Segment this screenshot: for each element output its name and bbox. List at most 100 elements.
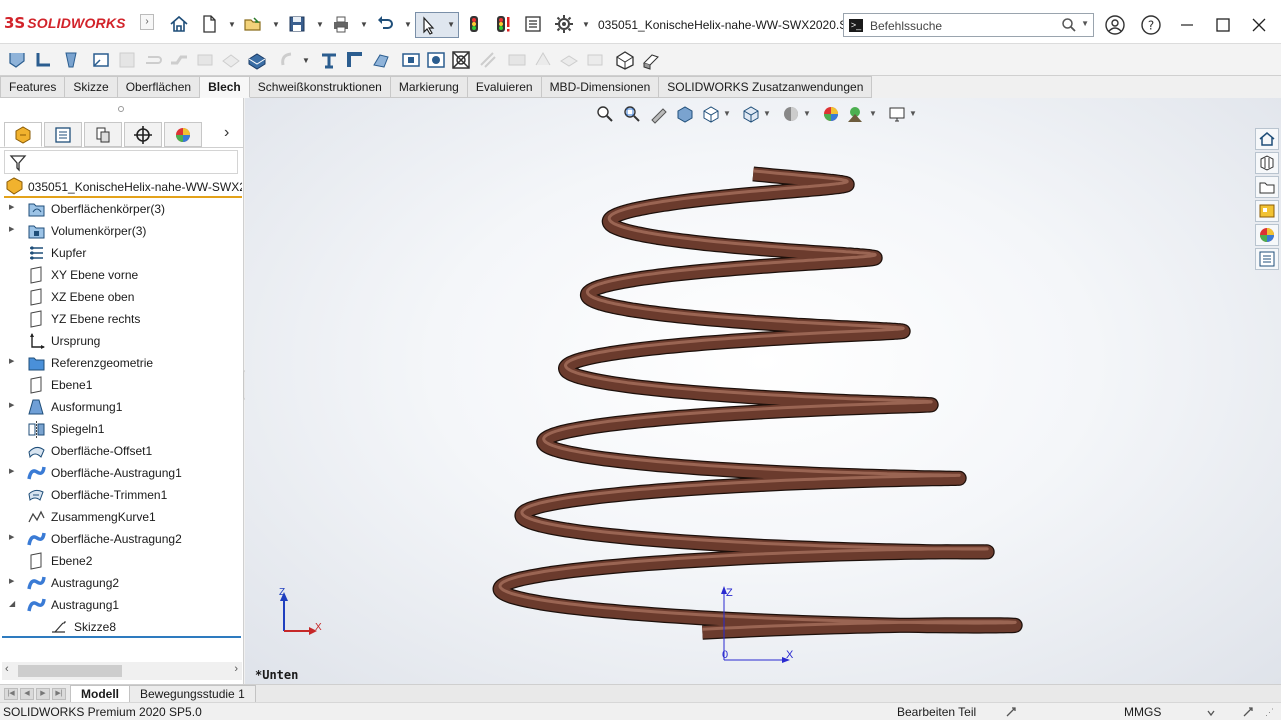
normal-cut-icon[interactable] — [477, 49, 499, 71]
file-explorer-tab[interactable] — [1255, 176, 1279, 198]
fold-icon[interactable] — [277, 49, 299, 71]
rebuild-all-icon[interactable] — [492, 13, 514, 35]
resize-grip[interactable]: ⋰ — [1265, 707, 1274, 718]
simple-hole-icon[interactable] — [425, 49, 447, 71]
minimize-icon[interactable] — [1174, 12, 1200, 38]
bend-table-icon[interactable] — [640, 49, 662, 71]
prev-tab-icon[interactable]: ◀ — [20, 688, 34, 700]
search-icon[interactable] — [1061, 17, 1077, 36]
view-settings-icon[interactable] — [887, 104, 907, 124]
closed-corner-icon[interactable] — [344, 49, 366, 71]
flatten-icon[interactable] — [584, 49, 606, 71]
maximize-icon[interactable] — [1210, 12, 1236, 38]
forming-tool-icon[interactable] — [318, 49, 340, 71]
jog-icon[interactable] — [168, 49, 190, 71]
units-menu-arrow[interactable] — [1205, 706, 1217, 720]
break-corner-icon[interactable] — [370, 49, 392, 71]
tree-item-skizze8[interactable]: Skizze8 — [0, 616, 242, 638]
expand-arrow-icon[interactable]: ▶ — [9, 203, 14, 211]
tree-item-ursprung[interactable]: Ursprung — [0, 330, 242, 352]
tab-skizze[interactable]: Skizze — [65, 76, 118, 98]
tab-oberflächen[interactable]: Oberflächen — [117, 76, 201, 98]
new-document-icon[interactable] — [198, 13, 220, 35]
horizontal-scrollbar[interactable]: ‹ › — [2, 662, 242, 680]
chevron-down-icon[interactable]: ▼ — [763, 109, 771, 118]
menu-expand-arrow[interactable]: › — [140, 14, 154, 30]
miter-flange-icon[interactable] — [116, 49, 138, 71]
last-tab-icon[interactable]: ▶| — [52, 688, 66, 700]
base-flange-icon[interactable] — [6, 49, 28, 71]
help-icon[interactable]: ? — [1138, 12, 1164, 38]
tree-item-referenzgeometrie[interactable]: ▶ Referenzgeometrie — [0, 352, 242, 374]
tree-item-spiegeln1[interactable]: Spiegeln1 — [0, 418, 242, 440]
expand-arrow-icon[interactable]: ▶ — [9, 357, 14, 365]
chevron-down-icon[interactable]: ▼ — [302, 56, 310, 65]
tab-blech[interactable]: Blech — [200, 76, 250, 98]
display-manager-tab[interactable] — [164, 122, 202, 147]
expand-arrow-icon[interactable]: ▶ — [9, 577, 14, 585]
insert-bends-icon[interactable] — [558, 49, 580, 71]
tree-item-xy-ebene-vorne[interactable]: XY Ebene vorne — [0, 264, 242, 286]
section-view-icon[interactable] — [675, 104, 695, 124]
tree-item-ebene2[interactable]: Ebene2 — [0, 550, 242, 572]
conical-helix-model[interactable]: Z X 0 — [245, 98, 1281, 684]
tree-item-yz-ebene-rechts[interactable]: YZ Ebene rechts — [0, 308, 242, 330]
edge-flange-icon[interactable] — [90, 49, 112, 71]
tab-model[interactable]: Modell — [70, 685, 130, 703]
tree-item-oberflächenkörper-3[interactable]: ▶ Oberflächenkörper(3) — [0, 198, 242, 220]
save-icon[interactable] — [286, 13, 308, 35]
solidworks-logo[interactable]: 3S SOLIDWORKS — [4, 12, 126, 34]
viewport-close-icon[interactable]: ✕ — [1255, 98, 1266, 101]
command-search-box[interactable]: >_ Befehlssuche ▼ — [843, 13, 1094, 37]
custom-properties-tab[interactable] — [1255, 248, 1279, 270]
hem-icon[interactable] — [142, 49, 164, 71]
tree-item-austragung2[interactable]: ▶ Austragung2 — [0, 572, 242, 594]
previous-view-icon[interactable] — [649, 104, 669, 124]
feature-manager-tab[interactable] — [4, 122, 42, 147]
tab-evaluieren[interactable]: Evaluieren — [467, 76, 542, 98]
extruded-cut-icon[interactable] — [400, 49, 422, 71]
tab-solidworks-zusatzanwendungen[interactable]: SOLIDWORKS Zusatzanwendungen — [659, 76, 873, 98]
tree-item-ausformung1[interactable]: ▶ Ausformung1 — [0, 396, 242, 418]
tab-markierung[interactable]: Markierung — [390, 76, 468, 98]
rollback-bar[interactable] — [2, 636, 241, 638]
graphics-area[interactable]: Z X 0 ▼ ▼ ▼ ▼ ▼ ✕ — [245, 98, 1281, 684]
tree-item-volumenkörper-3[interactable]: ▶ Volumenkörper(3) — [0, 220, 242, 242]
tree-item-ebene1[interactable]: Ebene1 — [0, 374, 242, 396]
tree-item-kupfer[interactable]: Kupfer — [0, 242, 242, 264]
next-tab-icon[interactable]: ▶ — [36, 688, 50, 700]
view-orientation-icon[interactable] — [741, 104, 761, 124]
expand-arrow-icon[interactable]: ▶ — [9, 401, 14, 409]
edit-appearance-icon[interactable] — [821, 104, 841, 124]
lofted-bend-icon[interactable] — [60, 49, 82, 71]
scroll-right-icon[interactable]: › — [234, 663, 238, 675]
collapse-arrow-icon[interactable]: ◢ — [9, 599, 15, 608]
user-account-icon[interactable] — [1102, 12, 1128, 38]
chevron-down-icon[interactable]: ▼ — [272, 20, 280, 29]
reference-triad[interactable]: Z X — [275, 586, 335, 646]
cross-break-icon[interactable] — [220, 49, 242, 71]
rebuild-icon[interactable] — [463, 13, 485, 35]
chevron-down-icon[interactable]: ▼ — [360, 20, 368, 29]
chevron-down-icon[interactable]: ▼ — [316, 20, 324, 29]
chevron-down-icon[interactable]: ▼ — [723, 109, 731, 118]
tab-and-slot-icon[interactable] — [506, 49, 528, 71]
appearances-tab[interactable] — [1255, 224, 1279, 246]
chevron-down-icon[interactable]: ▼ — [869, 109, 877, 118]
apply-scene-icon[interactable] — [845, 104, 865, 124]
chevron-down-icon[interactable]: ▼ — [1081, 19, 1089, 28]
configuration-manager-tab[interactable] — [84, 122, 122, 147]
dynamic-annotation-icon[interactable] — [701, 104, 721, 124]
close-icon[interactable] — [1246, 12, 1272, 38]
chevron-down-icon[interactable]: ▼ — [582, 20, 590, 29]
unit-system[interactable]: MMGS — [1124, 705, 1161, 719]
chevron-right-icon[interactable]: › — [224, 124, 229, 142]
tree-item-oberfläche-austragung1[interactable]: ▶ Oberfläche-Austragung1 — [0, 462, 242, 484]
tab-mbd-dimensionen[interactable]: MBD-Dimensionen — [541, 76, 660, 98]
panel-grip[interactable] — [118, 106, 124, 112]
tree-filter[interactable] — [4, 150, 238, 174]
expand-arrow-icon[interactable]: ▶ — [9, 467, 14, 475]
options-gear-icon[interactable] — [553, 13, 575, 35]
dimxpert-manager-tab[interactable] — [124, 122, 162, 147]
rebuild-status-icon[interactable] — [1005, 706, 1017, 720]
